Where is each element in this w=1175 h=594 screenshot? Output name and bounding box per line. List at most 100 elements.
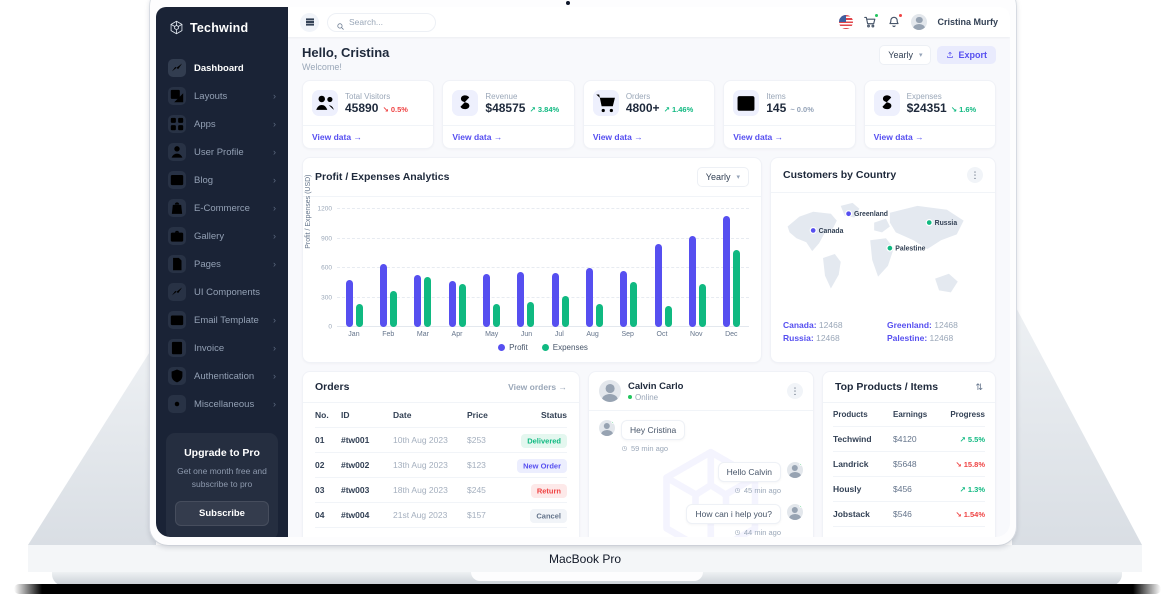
bar-profit-jun: [517, 272, 524, 327]
sidebar-item-dashboard[interactable]: Dashboard ›: [156, 55, 288, 81]
user-avatar[interactable]: [911, 14, 927, 30]
svg-text:Greenland: Greenland: [854, 211, 888, 218]
mail-icon: [168, 311, 186, 329]
country-stats: Canada: 12468 Greenland: 12468 Russia: 1…: [771, 315, 995, 351]
sidebar-item-invoice[interactable]: Invoice ›: [156, 335, 288, 361]
chevron-down-icon: ▾: [919, 51, 923, 59]
stats-row: Total Visitors 45890 ↘ 0.5% View data → …: [302, 80, 996, 149]
table-row: Jobstack$546↘ 1.54%: [833, 502, 985, 527]
message-bubble: Hello Calvin: [718, 462, 781, 482]
view-data-link[interactable]: View data →: [303, 125, 433, 148]
bar-profit-dec: [723, 216, 730, 327]
legend-expenses: Expenses: [542, 343, 588, 352]
bar-expenses-may: [493, 304, 500, 327]
welcome-text: Welcome!: [302, 62, 389, 72]
sidebar-item-email-template[interactable]: Email Template ›: [156, 307, 288, 333]
chart-bars: [337, 209, 749, 327]
box-icon: [733, 90, 759, 116]
chart-icon: [168, 59, 186, 77]
country-stat: Russia: 12468: [783, 333, 879, 343]
page-title: Hello, Cristina: [302, 45, 389, 60]
arrow-right-icon: →: [775, 132, 784, 142]
chart-period-select[interactable]: Yearly ▾: [697, 167, 749, 187]
sidebar-item-ui-components[interactable]: UI Components ›: [156, 279, 288, 305]
sidebar-item-miscellaneous[interactable]: Miscellaneous ›: [156, 391, 288, 417]
bar-chart: Profit / Expenses (USD) 03006009001200 J…: [303, 197, 761, 362]
sidebar-item-blog[interactable]: Blog ›: [156, 167, 288, 193]
user-name[interactable]: Cristina Murfy: [937, 17, 998, 27]
brand[interactable]: Techwind: [156, 7, 288, 43]
chevron-right-icon: ›: [273, 343, 276, 353]
table-row: 01#tw00110th Aug 2023$253 Delivered: [315, 428, 567, 453]
sidebar-item-authentication[interactable]: Authentication ›: [156, 363, 288, 389]
stat-card-total-visitors: Total Visitors 45890 ↘ 0.5% View data →: [302, 80, 434, 149]
chat-card: Calvin Carlo Online ⋮: [588, 371, 814, 537]
orders-table-body: 01#tw00110th Aug 2023$253 Delivered 02#t…: [315, 428, 567, 528]
stat-card-items: Items 145 ~ 0.0% View data →: [723, 80, 855, 149]
products-title: Top Products / Items: [835, 381, 938, 393]
bar-expenses-jul: [562, 296, 569, 327]
kebab-menu-icon[interactable]: ⋮: [967, 167, 983, 183]
chat-contact-avatar: [599, 380, 621, 402]
message-avatar: [787, 504, 803, 520]
view-orders-link[interactable]: View orders →: [508, 382, 567, 392]
language-flag-icon[interactable]: [839, 15, 853, 29]
chevron-right-icon: ›: [273, 315, 276, 325]
chat-contact-name: Calvin Carlo: [628, 381, 683, 392]
table-row: Hously$456↗ 1.3%: [833, 477, 985, 502]
techwind-logo-icon: [169, 20, 184, 35]
view-data-link[interactable]: View data →: [724, 125, 854, 148]
subscribe-button[interactable]: Subscribe: [175, 501, 269, 526]
topbar-actions: Cristina Murfy: [839, 14, 998, 30]
table-row: Landrick$5648↘ 15.8%: [833, 452, 985, 477]
notifications-bell-icon[interactable]: [887, 15, 901, 29]
arrow-right-icon: →: [559, 382, 568, 392]
bar-profit-nov: [689, 236, 696, 327]
bar-profit-mar: [414, 275, 421, 327]
chevron-right-icon: ›: [273, 147, 276, 157]
svg-text:Russia: Russia: [935, 220, 958, 227]
chat-message: How can i help you? 44 min ago: [599, 504, 803, 537]
mid-row: Profit / Expenses Analytics Yearly ▾ Pro…: [302, 157, 996, 363]
bar-profit-feb: [380, 264, 387, 327]
sidebar: Techwind Dashboard › Layouts › Apps › Us…: [156, 7, 288, 537]
view-data-link[interactable]: View data →: [584, 125, 714, 148]
search-input[interactable]: [349, 17, 427, 27]
view-data-link[interactable]: View data →: [865, 125, 995, 148]
top-products-card: Top Products / Items ⇅ ProductsEarningsP…: [822, 371, 996, 537]
message-time: 45 min ago: [718, 486, 781, 495]
cart-icon[interactable]: [863, 15, 877, 29]
sidebar-item-user-profile[interactable]: User Profile ›: [156, 139, 288, 165]
table-row: 04#tw00421st Aug 2023$157 Cancel: [315, 503, 567, 528]
kebab-menu-icon[interactable]: ⋮: [787, 383, 803, 399]
upgrade-card: Upgrade to Pro Get one month free and su…: [166, 433, 278, 537]
message-bubble: Hey Cristina: [621, 420, 685, 440]
export-button[interactable]: Export: [937, 46, 996, 64]
sidebar-item-pages[interactable]: Pages ›: [156, 251, 288, 277]
period-select[interactable]: Yearly ▾: [879, 45, 931, 65]
sidebar-item-apps[interactable]: Apps ›: [156, 111, 288, 137]
dashboard-app: Techwind Dashboard › Layouts › Apps › Us…: [156, 7, 1010, 537]
chevron-right-icon: ›: [273, 231, 276, 241]
gear-icon: [168, 395, 186, 413]
sidebar-item-layouts[interactable]: Layouts ›: [156, 83, 288, 109]
message-avatar: [599, 420, 615, 436]
country-stat: Palestine: 12468: [887, 333, 983, 343]
grid-icon: [168, 115, 186, 133]
sidebar-item-e-commerce[interactable]: E-Commerce ›: [156, 195, 288, 221]
hamburger-menu-icon[interactable]: [300, 13, 319, 32]
bar-expenses-jun: [527, 302, 534, 327]
sort-icon[interactable]: ⇅: [975, 382, 983, 393]
sidebar-item-gallery[interactable]: Gallery ›: [156, 223, 288, 249]
bar-profit-jan: [346, 280, 353, 327]
chevron-right-icon: ›: [273, 175, 276, 185]
orders-table-header: No.IDDatePriceStatus: [315, 403, 567, 428]
bar-profit-may: [483, 274, 490, 327]
view-data-link[interactable]: View data →: [443, 125, 573, 148]
chat-status: Online: [628, 393, 683, 402]
status-badge: Cancel: [530, 509, 567, 523]
search-icon: [336, 18, 345, 27]
svg-text:Canada: Canada: [819, 228, 844, 235]
chat-messages: Hey Cristina 59 min ago Hello Calvin 45 …: [589, 411, 813, 537]
content: Hello, Cristina Welcome! Yearly ▾ Export: [288, 37, 1010, 537]
